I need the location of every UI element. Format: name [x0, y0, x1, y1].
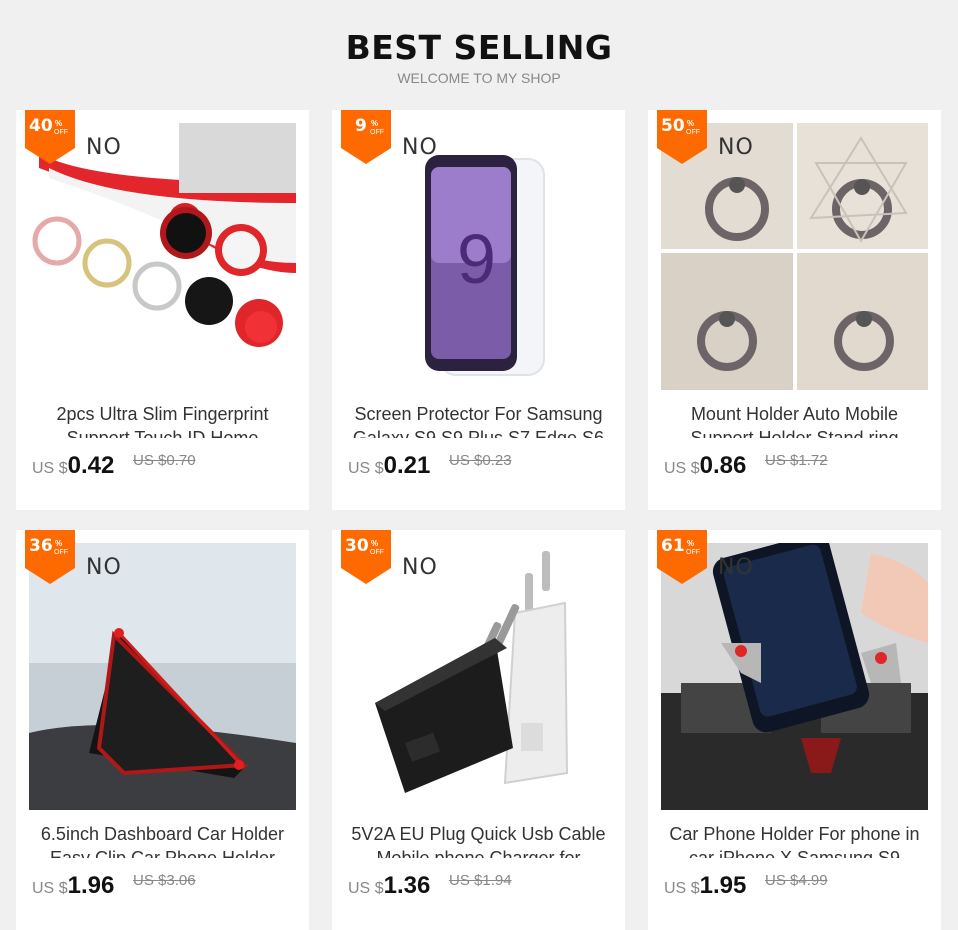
- price-row: US $0.86: [664, 452, 747, 479]
- product-card[interactable]: 61 % OFF NO Car Phone Holder For phone i…: [648, 530, 941, 930]
- brand-logo: NO: [718, 135, 754, 160]
- original-price: US $3.06: [133, 872, 196, 889]
- section-title: BEST SELLING: [345, 28, 613, 67]
- product-card[interactable]: 36 % OFF NO 6.5inch Dashboard Car Holder…: [16, 530, 309, 930]
- discount-badge: 61 % OFF: [657, 530, 707, 584]
- page-header: BEST SELLING WELCOME TO MY SHOP: [0, 0, 958, 100]
- discount-badge: 30 % OFF: [341, 530, 391, 584]
- product-card[interactable]: 30 % OFF NO 5V2A EU Plug Quick Usb Cable…: [332, 530, 625, 930]
- brand-logo: NO: [402, 555, 438, 580]
- product-card[interactable]: 50 % OFF NO Mount Holder Auto Mobile Sup…: [648, 110, 941, 510]
- product-name[interactable]: Car Phone Holder For phone in car iPhone…: [660, 822, 929, 858]
- svg-text:9: 9: [457, 220, 496, 298]
- original-price: US $1.72: [765, 452, 828, 469]
- brand-logo: NO: [402, 135, 438, 160]
- section-subtitle: WELCOME TO MY SHOP: [397, 70, 561, 86]
- discount-badge: 36 % OFF: [25, 530, 75, 584]
- current-price: 0.86: [699, 452, 747, 479]
- product-name[interactable]: 5V2A EU Plug Quick Usb Cable Mobile phon…: [344, 822, 613, 858]
- product-card[interactable]: 40 % OFF NO 2pcs Ultra Slim Fingerprint …: [16, 110, 309, 510]
- product-card[interactable]: 9 9 % OFF NO Screen Protector For Samsun…: [332, 110, 625, 510]
- product-name[interactable]: Screen Protector For Samsung Galaxy S9 S…: [344, 402, 613, 438]
- discount-badge: 9 % OFF: [341, 110, 391, 164]
- current-price: 1.36: [383, 872, 431, 899]
- discount-badge: 50 % OFF: [657, 110, 707, 164]
- price-row: US $1.36: [348, 872, 431, 899]
- brand-logo: NO: [86, 135, 122, 160]
- original-price: US $0.23: [449, 452, 512, 469]
- original-price: US $4.99: [765, 872, 828, 889]
- product-name[interactable]: 6.5inch Dashboard Car Holder Easy Clip C…: [28, 822, 297, 858]
- price-row: US $0.21: [348, 452, 431, 479]
- price-row: US $1.95: [664, 872, 747, 899]
- brand-logo: NO: [86, 555, 122, 580]
- price-row: US $1.96: [32, 872, 115, 899]
- product-name[interactable]: Mount Holder Auto Mobile Support Holder …: [660, 402, 929, 438]
- current-price: 0.21: [383, 452, 431, 479]
- brand-logo: NO: [718, 555, 754, 580]
- price-row: US $0.42: [32, 452, 115, 479]
- current-price: 1.96: [67, 872, 115, 899]
- current-price: 0.42: [67, 452, 115, 479]
- discount-badge: 40 % OFF: [25, 110, 75, 164]
- product-name[interactable]: 2pcs Ultra Slim Fingerprint Support Touc…: [28, 402, 297, 438]
- original-price: US $0.70: [133, 452, 196, 469]
- original-price: US $1.94: [449, 872, 512, 889]
- current-price: 1.95: [699, 872, 747, 899]
